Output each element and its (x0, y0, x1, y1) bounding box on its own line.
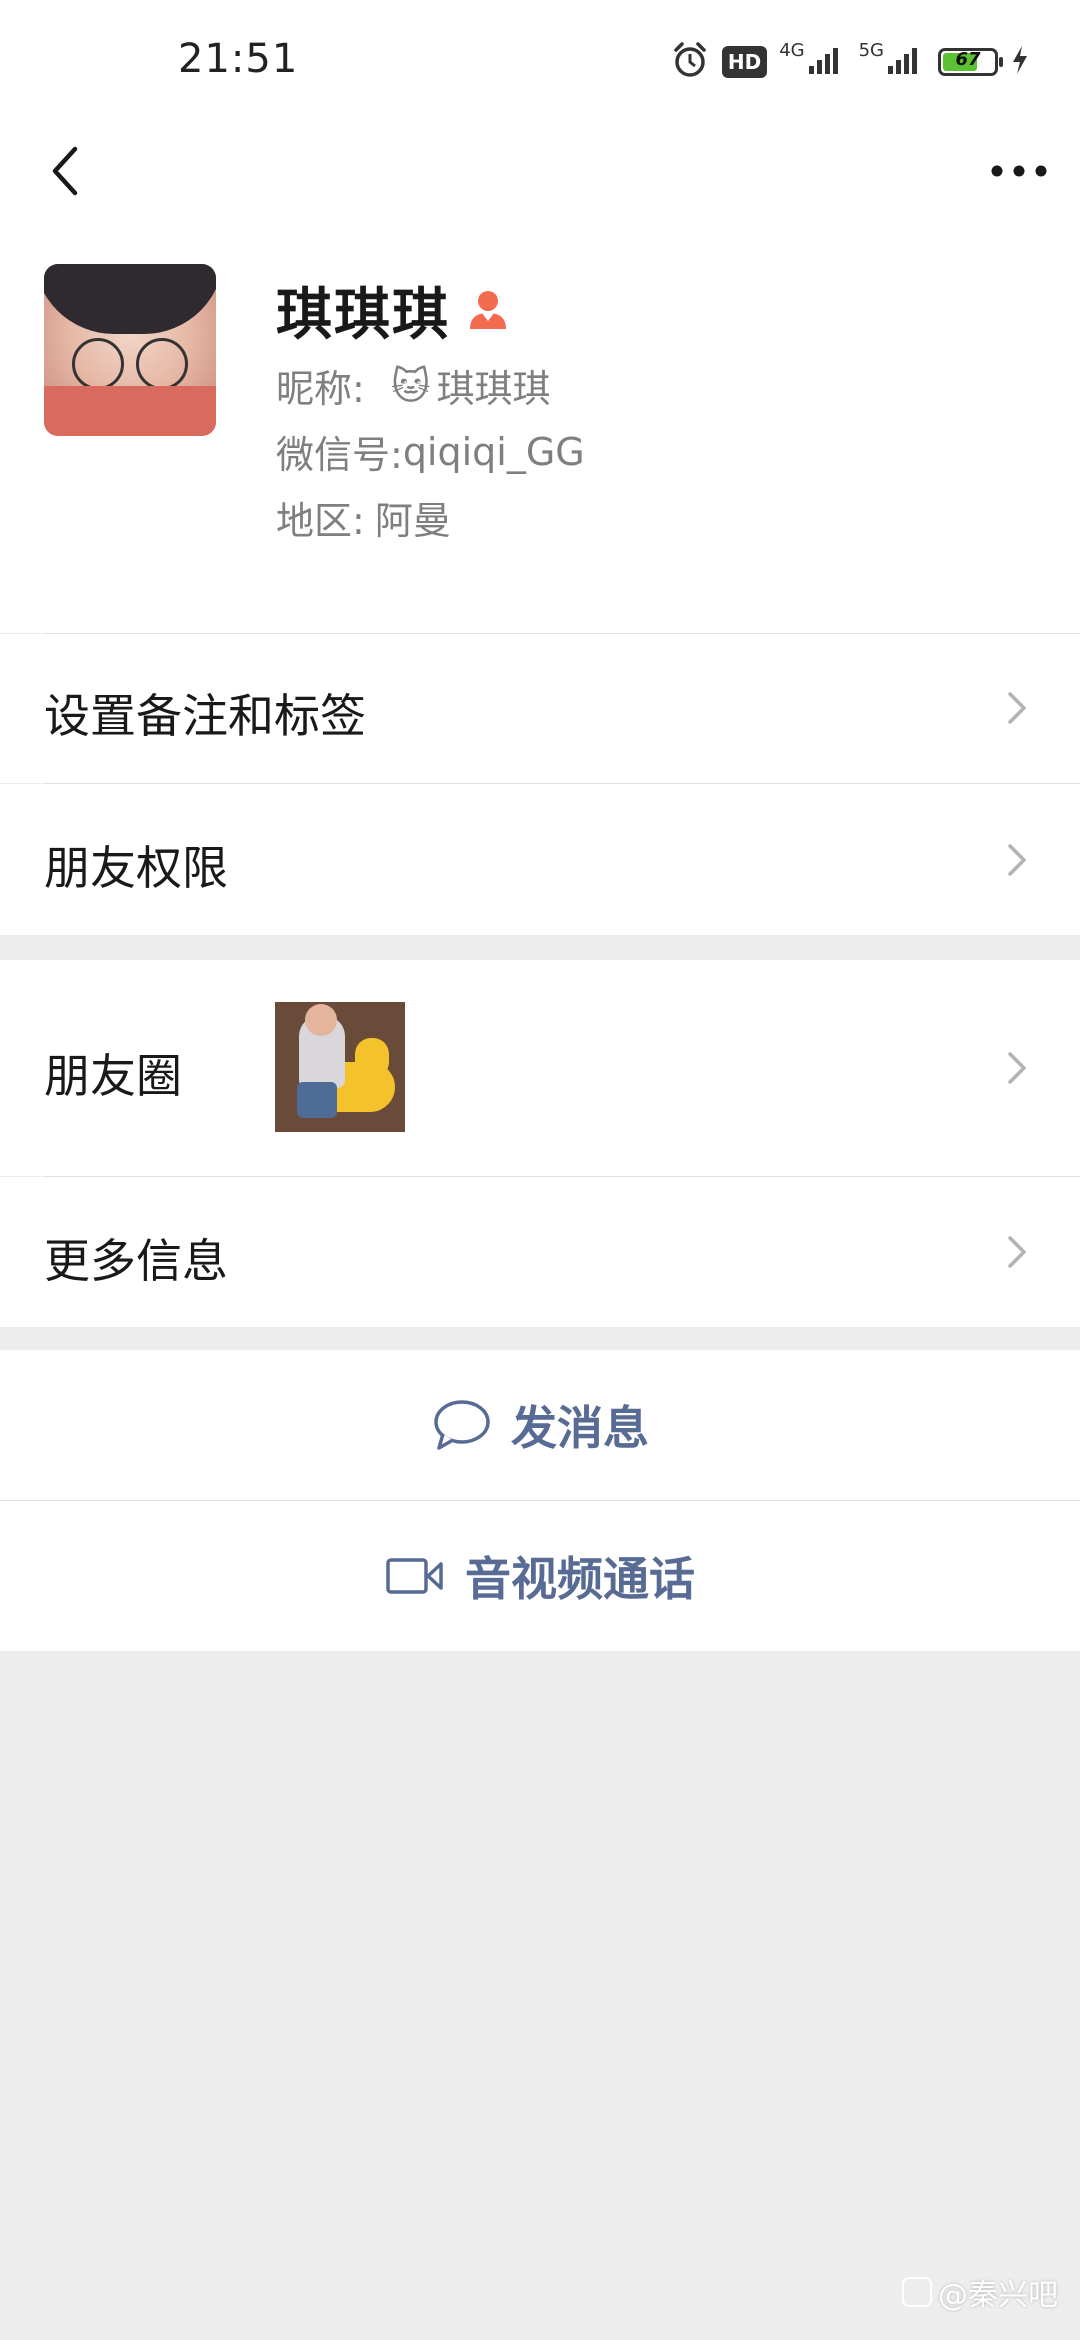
nickname-label: 昵称: (276, 367, 365, 411)
region-line: 地区: 阿曼 (276, 490, 451, 545)
video-call-label: 音视频通话 (465, 1552, 695, 1606)
alarm-icon (670, 40, 710, 84)
chevron-right-icon (1008, 1052, 1026, 1084)
nickname-value: 琪琪琪 (436, 367, 551, 411)
network-4g-label: 4G (779, 39, 805, 61)
battery-level: 67 (955, 49, 981, 70)
profile-header: 琪琪琪 昵称: 🐱 琪琪琪 微信号: qiqiqi_GG 地区: 阿曼 (0, 250, 1080, 633)
chevron-right-icon (1008, 844, 1026, 876)
nav-bar (0, 120, 1080, 270)
moments-thumbnail[interactable] (275, 1002, 405, 1132)
female-icon (466, 287, 510, 335)
wechat-id-line: 微信号: qiqiqi_GG (276, 424, 585, 479)
back-button[interactable] (30, 126, 100, 216)
avatar-glasses-right (136, 338, 188, 390)
thumb-kid-head (305, 1004, 337, 1036)
contact-name: 琪琪琪 (276, 283, 450, 348)
wechat-id-value[interactable]: qiqiqi_GG (403, 430, 585, 474)
thumb-kid-jeans (297, 1082, 337, 1118)
chevron-right-icon (1008, 692, 1026, 724)
send-message-label: 发消息 (511, 1401, 649, 1455)
moments-row[interactable]: 朋友圈 (0, 960, 1080, 1176)
avatar-shirt (44, 386, 216, 436)
hd-badge: HD (721, 46, 768, 78)
region-value: 阿曼 (374, 499, 451, 543)
wechat-id-label: 微信号: (276, 433, 403, 477)
more-info-label: 更多信息 (44, 1234, 228, 1288)
more-button[interactable] (984, 126, 1054, 216)
status-time: 21:51 (178, 36, 299, 82)
status-icons: HD 4G 5G 67 (670, 40, 1030, 84)
remark-and-tags-row[interactable]: 设置备注和标签 (0, 634, 1080, 783)
avatar-glasses-left (72, 338, 124, 390)
network-5g-label: 5G (858, 39, 884, 61)
more-info-row[interactable]: 更多信息 (0, 1177, 1080, 1327)
more-dots-icon (991, 165, 1047, 177)
watermark-text: @秦兴吧 (938, 2278, 1058, 2313)
chevron-left-icon (52, 146, 78, 196)
remark-and-tags-label: 设置备注和标签 (44, 689, 366, 743)
video-camera-icon (386, 1558, 443, 1594)
signal-icon (886, 44, 926, 80)
nickname-line: 昵称: 🐱 琪琪琪 (276, 358, 550, 413)
status-bar: 21:51 HD 4G 5G 67 (0, 0, 1080, 120)
watermark: @秦兴吧 (902, 2270, 1058, 2314)
send-message-button[interactable]: 发消息 (0, 1350, 1080, 1500)
thumb-toy-horse-head (355, 1038, 389, 1078)
friend-permissions-label: 朋友权限 (44, 841, 228, 895)
region-label: 地区: (276, 499, 365, 543)
friend-permissions-row[interactable]: 朋友权限 (0, 784, 1080, 935)
signal-icon (807, 44, 847, 80)
avatar-hair (44, 264, 216, 334)
chevron-right-icon (1008, 1236, 1026, 1268)
chat-bubble-icon (434, 1400, 490, 1450)
moments-label: 朋友圈 (44, 1049, 182, 1103)
battery-icon: 67 (938, 48, 1003, 76)
video-call-button[interactable]: 音视频通话 (0, 1501, 1080, 1651)
avatar[interactable] (44, 264, 216, 436)
watermark-logo-icon (902, 2277, 932, 2307)
cat-emoji-icon: 🐱 (390, 363, 431, 408)
name-row: 琪琪琪 (276, 270, 510, 351)
charging-icon (1010, 44, 1030, 80)
